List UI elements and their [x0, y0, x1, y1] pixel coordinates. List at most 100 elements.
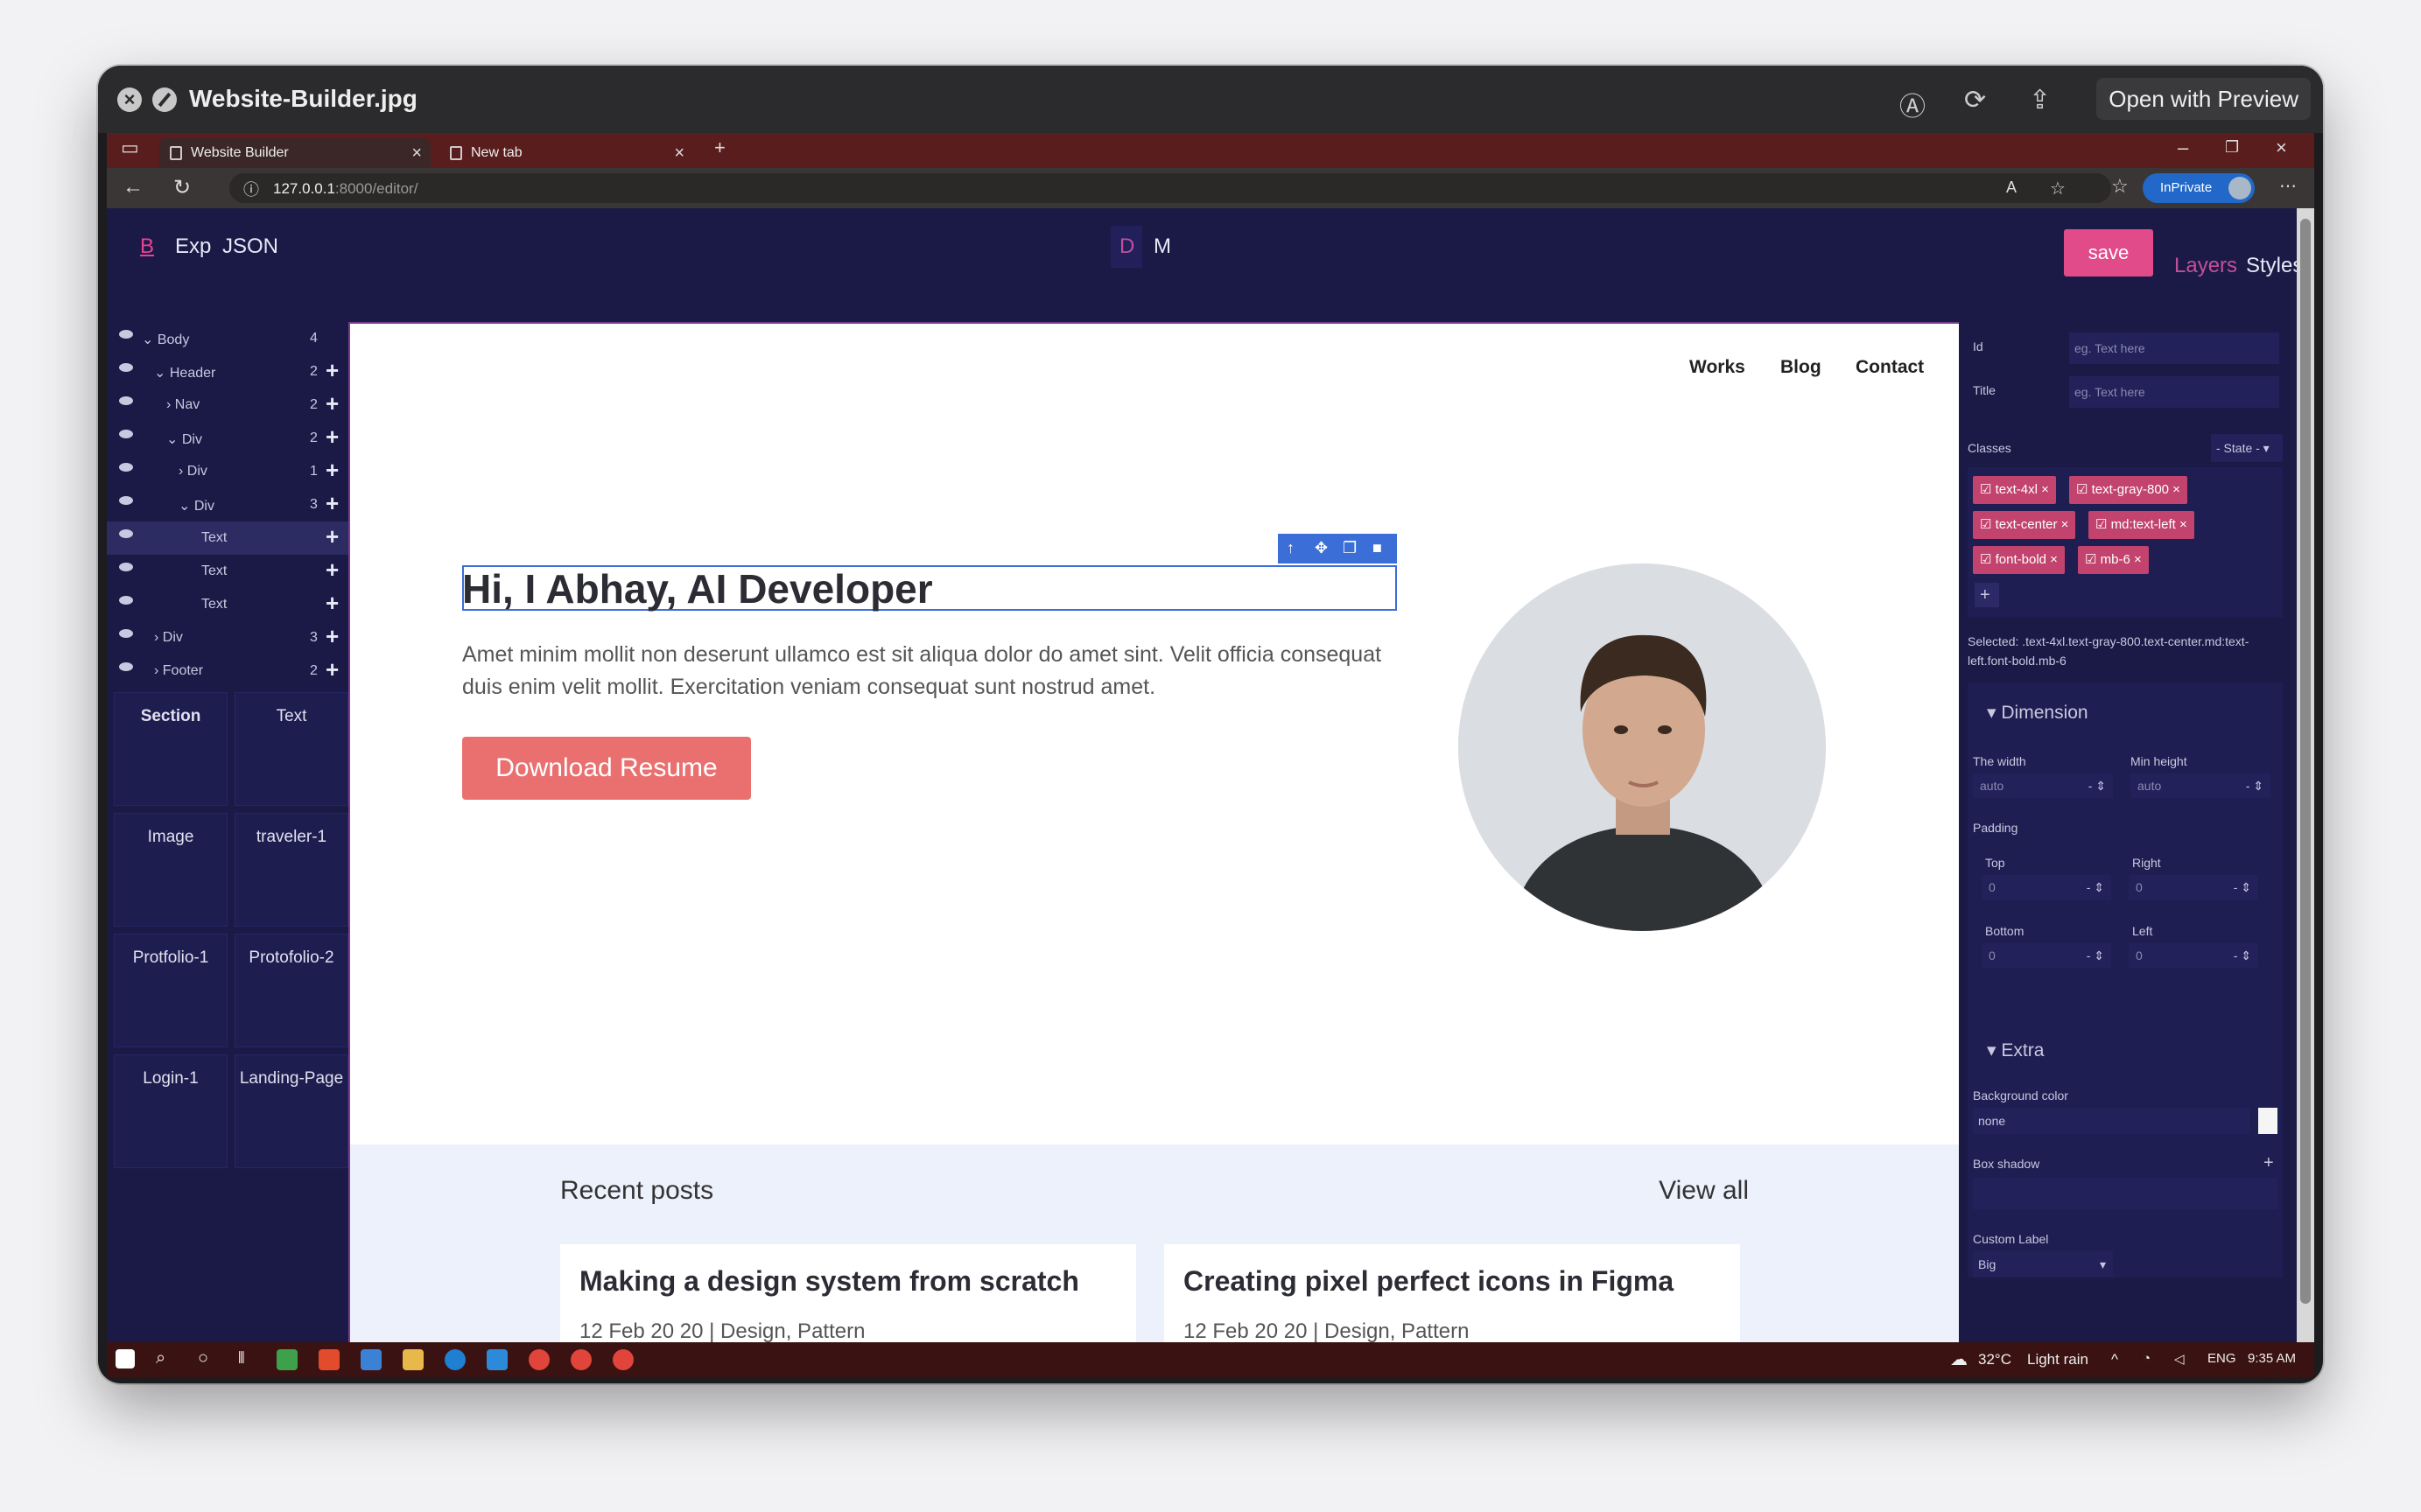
app-logo[interactable]: B [140, 234, 154, 259]
nav-contact[interactable]: Contact [1856, 357, 1924, 378]
view-all-link[interactable]: View all [1659, 1176, 1749, 1206]
add-child-icon[interactable]: + [326, 424, 339, 451]
search-icon[interactable]: ⌕ [156, 1348, 165, 1368]
add-child-icon[interactable]: + [326, 490, 339, 517]
markup-icon[interactable]: Ⓐ [1899, 85, 1926, 123]
more-icon[interactable]: ⋯ [2279, 175, 2297, 197]
block-protofolio-2[interactable]: Protofolio-2 [235, 934, 348, 1047]
layer-row[interactable]: › Footer 2 + [107, 654, 348, 688]
read-aloud-icon[interactable]: A [2006, 178, 2017, 197]
share-icon[interactable]: ⇪ [2029, 85, 2051, 116]
mobile-toggle[interactable]: M [1154, 234, 1171, 259]
state-select[interactable]: - State - ▾ [2211, 434, 2283, 462]
pad-bottom-input[interactable]: 0- ⇕ [1982, 943, 2111, 968]
network-icon[interactable]: ◔ [2143, 1351, 2151, 1366]
close-tab-icon[interactable]: × [411, 138, 422, 168]
tab-styles[interactable]: Styles [2246, 254, 2303, 278]
block-section[interactable]: Section [114, 692, 228, 806]
block-traveler-1[interactable]: traveler-1 [235, 813, 348, 927]
cortana-icon[interactable]: ○ [198, 1348, 208, 1368]
scrollbar-thumb[interactable] [2300, 219, 2311, 1304]
eye-icon[interactable] [119, 396, 133, 405]
custom-label-select[interactable]: Big ▾ [1973, 1251, 2113, 1278]
add-child-icon[interactable]: + [326, 390, 339, 417]
bg-color-input[interactable]: none [1973, 1108, 2249, 1134]
add-child-icon[interactable]: + [326, 556, 339, 584]
eye-icon[interactable] [119, 430, 133, 438]
minimize-icon[interactable]: – [2178, 136, 2188, 159]
rotate-icon[interactable]: ⟳ [1964, 85, 1986, 116]
close-icon[interactable]: × [117, 88, 142, 112]
restore-icon[interactable]: ❐ [2225, 138, 2239, 157]
id-input[interactable]: eg. Text here [2069, 332, 2279, 364]
url-field[interactable]: ⓘ 127.0.0.1:8000/editor/ A ☆ [229, 173, 2111, 203]
task-view-icon[interactable]: ⫴ [238, 1349, 245, 1368]
tab-actions-icon[interactable]: ▭ [121, 136, 139, 159]
layer-row[interactable]: Text + [107, 588, 348, 621]
back-icon[interactable]: ← [123, 175, 144, 200]
pad-top-input[interactable]: 0- ⇕ [1982, 875, 2111, 900]
add-child-icon[interactable]: + [326, 623, 339, 650]
menu-exp[interactable]: Exp [175, 234, 211, 259]
tab-website-builder[interactable]: Website Builder × [159, 138, 431, 168]
block-text[interactable]: Text [235, 692, 348, 806]
eye-icon[interactable] [119, 596, 133, 605]
office-icon[interactable] [319, 1349, 340, 1370]
layer-row[interactable]: ⌄ Header 2 + [107, 355, 348, 388]
page-scrollbar[interactable] [2297, 208, 2314, 1342]
edge-icon[interactable] [445, 1349, 466, 1370]
volume-icon[interactable]: ◁ [2174, 1351, 2185, 1367]
block-image[interactable]: Image [114, 813, 228, 927]
width-input[interactable]: auto - ⇕ [1973, 774, 2113, 798]
layer-row[interactable]: › Div 3 + [107, 621, 348, 654]
layer-row[interactable]: › Nav 2 + [107, 388, 348, 422]
weather-desc[interactable]: Light rain [2027, 1351, 2088, 1368]
block-protfolio-1[interactable]: Protfolio-1 [114, 934, 228, 1047]
eye-icon[interactable] [119, 330, 133, 339]
layer-row[interactable]: ⌄ Div 2 + [107, 422, 348, 455]
weather-icon[interactable]: ☁ [1950, 1348, 1968, 1370]
title-input[interactable]: eg. Text here [2069, 376, 2279, 408]
pad-left-input[interactable]: 0- ⇕ [2129, 943, 2258, 968]
window-close-icon[interactable]: × [2276, 136, 2287, 159]
pad-right-input[interactable]: 0- ⇕ [2129, 875, 2258, 900]
eye-icon[interactable] [119, 463, 133, 472]
layer-row[interactable]: ⌄ Body 4 [107, 322, 348, 355]
layer-row[interactable]: Text + [107, 555, 348, 588]
hero-heading[interactable]: Hi, I Abhay, AI Developer [462, 565, 933, 612]
tray-chevron-icon[interactable]: ^ [2111, 1351, 2118, 1368]
chrome-icon[interactable] [529, 1349, 550, 1370]
add-class-icon[interactable]: + [1975, 583, 1999, 607]
fullscreen-icon[interactable] [152, 88, 177, 112]
block-login-1[interactable]: Login-1 [114, 1054, 228, 1168]
favorites-icon[interactable]: ☆ [2111, 175, 2129, 198]
add-child-icon[interactable]: + [326, 457, 339, 484]
minheight-input[interactable]: auto - ⇕ [2130, 774, 2270, 798]
color-swatch[interactable] [2258, 1108, 2277, 1134]
class-chip[interactable]: ☑ mb-6 × [2078, 546, 2149, 574]
add-child-icon[interactable]: + [326, 357, 339, 384]
post-card[interactable]: Making a design system from scratch 12 F… [560, 1244, 1136, 1342]
eye-icon[interactable] [119, 629, 133, 638]
chrome-icon[interactable] [613, 1349, 634, 1370]
add-child-icon[interactable]: + [326, 523, 339, 550]
info-icon[interactable]: ⓘ [243, 178, 259, 200]
select-parent-icon[interactable]: ↑ [1287, 539, 1295, 557]
profile-photo[interactable] [1458, 564, 1826, 931]
desktop-toggle[interactable]: D [1119, 234, 1134, 259]
post-card[interactable]: Creating pixel perfect icons in Figma 12… [1164, 1244, 1740, 1342]
eye-icon[interactable] [119, 662, 133, 671]
class-chip[interactable]: ☑ text-gray-800 × [2069, 476, 2187, 504]
block-landing-page[interactable]: Landing-Page [235, 1054, 348, 1168]
move-icon[interactable]: ✥ [1315, 539, 1328, 557]
delete-icon[interactable]: ■ [1372, 539, 1382, 557]
file-explorer-icon[interactable] [403, 1349, 424, 1370]
add-child-icon[interactable]: + [326, 590, 339, 617]
tab-layers[interactable]: Layers [2174, 254, 2237, 278]
app-icon[interactable] [277, 1349, 298, 1370]
inprivate-badge[interactable]: InPrivate [2143, 173, 2255, 203]
menu-json[interactable]: JSON [222, 234, 278, 259]
eye-icon[interactable] [119, 529, 133, 538]
chrome-icon[interactable] [571, 1349, 592, 1370]
eye-icon[interactable] [119, 496, 133, 505]
